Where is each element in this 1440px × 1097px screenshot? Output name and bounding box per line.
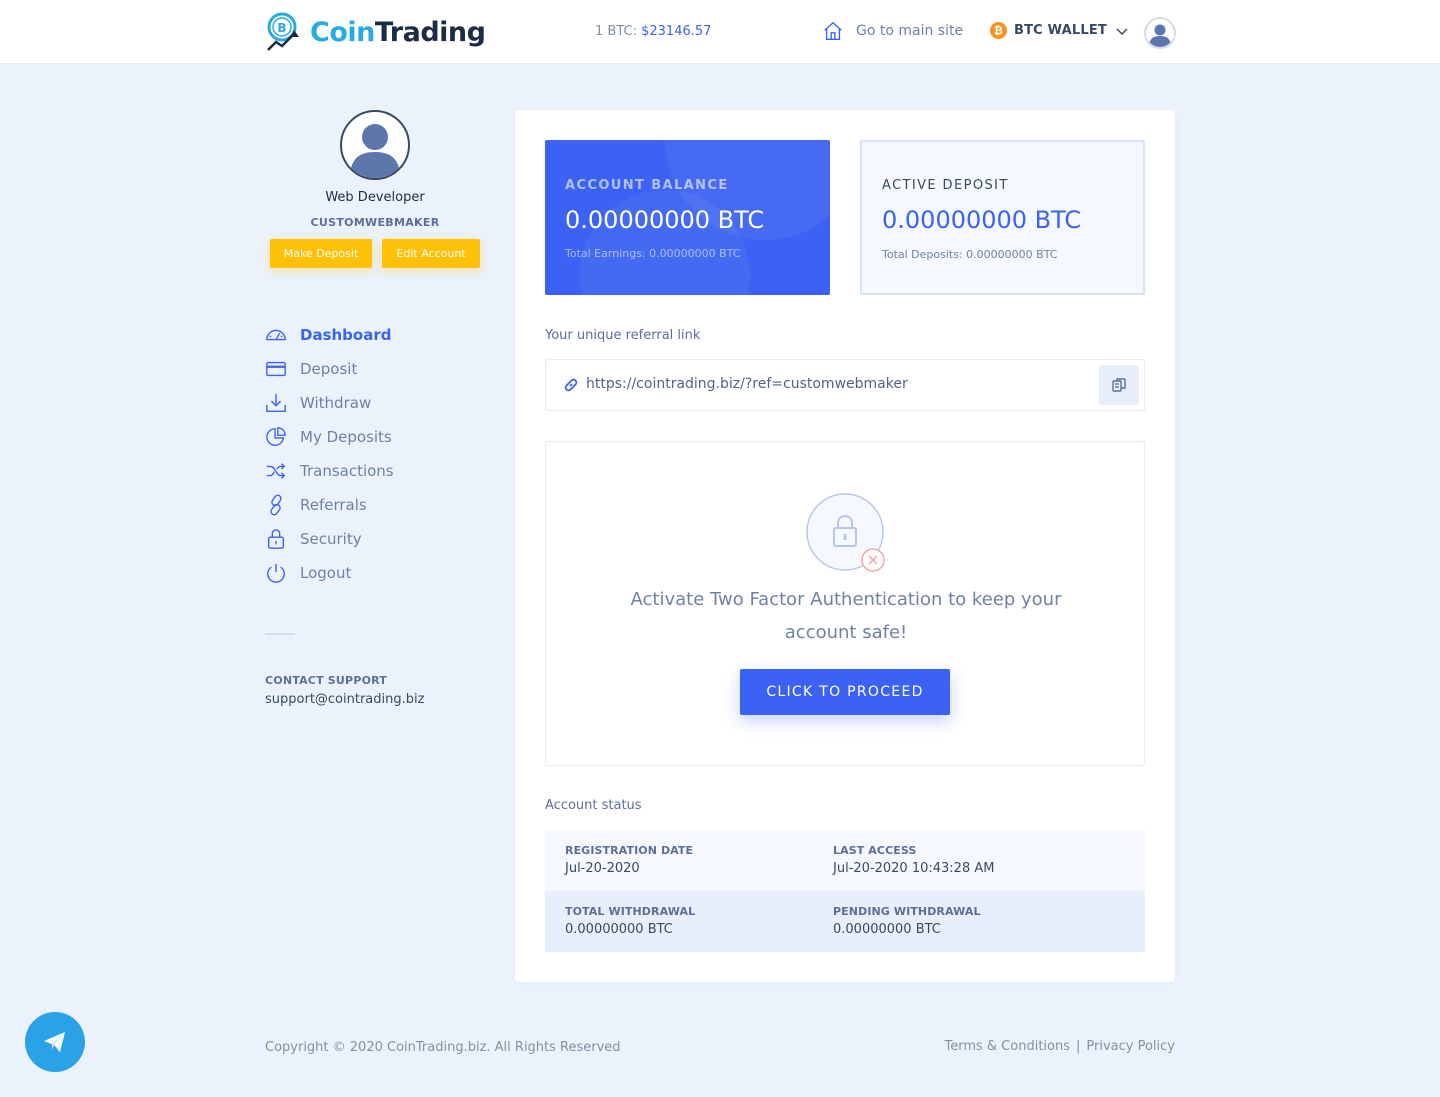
telegram-chat-button[interactable] <box>25 1012 85 1072</box>
chevron-down-icon <box>1116 27 1128 35</box>
click-to-proceed-button[interactable]: CLICK TO PROCEED <box>740 669 950 715</box>
registration-date-label: REGISTRATION DATE <box>565 844 694 857</box>
two-factor-message-line: Activate Two Factor Authentication to ke… <box>630 589 1062 610</box>
account-balance-card: ACCOUNT BALANCE 0.00000000 BTC Total Ear… <box>545 140 830 295</box>
sidebar-item-my-deposits[interactable]: My Deposits <box>265 420 394 454</box>
copy-icon <box>1112 378 1126 392</box>
user-avatar-button[interactable] <box>1144 17 1176 49</box>
last-access-label: LAST ACCESS <box>833 844 917 857</box>
sidebar-item-label: Logout <box>300 564 352 582</box>
account-status-row: REGISTRATION DATE Jul-20-2020 LAST ACCES… <box>545 830 1145 891</box>
sidebar-item-transactions[interactable]: Transactions <box>265 454 394 488</box>
registration-date-cell: REGISTRATION DATE Jul-20-2020 <box>565 844 693 876</box>
main-site-label: Go to main site <box>856 23 964 39</box>
btc-price-label: 1 BTC: <box>595 24 637 39</box>
terms-link[interactable]: Terms & Conditions <box>945 1039 1071 1054</box>
edit-account-button[interactable]: Edit Account <box>382 239 480 268</box>
card-icon <box>266 361 286 377</box>
active-deposit-card: ACTIVE DEPOSIT 0.00000000 BTC Total Depo… <box>860 140 1145 295</box>
bitcoin-icon: ₿ <box>990 22 1007 39</box>
lock-icon <box>267 529 285 549</box>
footer-separator: | <box>1076 1039 1081 1054</box>
pending-withdrawal-cell: PENDING WITHDRAWAL 0.00000000 BTC <box>833 905 981 937</box>
svg-text:B: B <box>277 21 286 35</box>
last-access-cell: LAST ACCESS Jul-20-2020 10:43:28 AM <box>833 844 994 876</box>
dashboard-icon <box>266 329 286 341</box>
sidebar-item-referrals[interactable]: Referrals <box>265 488 394 522</box>
account-balance-label: ACCOUNT BALANCE <box>565 178 729 193</box>
account-status-row: TOTAL WITHDRAWAL 0.00000000 BTC PENDING … <box>545 891 1145 952</box>
account-status-title: Account status <box>545 798 642 813</box>
sidebar-item-label: Withdraw <box>300 394 372 412</box>
sidebar-item-label: Security <box>300 530 362 548</box>
last-access-value: Jul-20-2020 10:43:28 AM <box>833 861 995 876</box>
link-icon <box>270 494 282 516</box>
profile-username: CUSTOMWEBMAKER <box>310 216 440 229</box>
logo-trading-text: Trading <box>374 16 486 48</box>
sidebar-item-label: Referrals <box>300 496 367 514</box>
sidebar-nav: Dashboard Deposit Withdraw My Deposits T… <box>265 318 394 590</box>
total-withdrawal-label: TOTAL WITHDRAWAL <box>565 905 696 918</box>
download-icon <box>266 393 286 412</box>
home-icon <box>824 21 842 40</box>
pending-withdrawal-label: PENDING WITHDRAWAL <box>833 905 981 918</box>
make-deposit-button[interactable]: Make Deposit <box>270 239 372 268</box>
sidebar-item-deposit[interactable]: Deposit <box>265 352 394 386</box>
user-silhouette-icon <box>1149 24 1171 47</box>
sidebar-divider <box>265 633 295 635</box>
wallet-label: BTC WALLET <box>1014 23 1107 38</box>
total-withdrawal-cell: TOTAL WITHDRAWAL 0.00000000 BTC <box>565 905 695 937</box>
two-factor-prompt: Activate Two Factor Authentication to ke… <box>545 441 1145 766</box>
sidebar-item-withdraw[interactable]: Withdraw <box>265 386 394 420</box>
shuffle-icon <box>266 463 286 479</box>
btc-price-value: $23146.57 <box>641 24 712 39</box>
sidebar-item-dashboard[interactable]: Dashboard <box>265 318 394 352</box>
top-header: B CoinTrading 1 BTC: $23146.57 Go to mai… <box>0 0 1440 64</box>
two-factor-message: Activate Two Factor Authentication to ke… <box>606 583 1086 649</box>
support-email[interactable]: support@cointrading.biz <box>265 692 424 707</box>
sidebar-item-label: My Deposits <box>300 428 392 446</box>
sidebar-item-label: Dashboard <box>300 326 392 344</box>
btc-price-ticker: 1 BTC: $23146.57 <box>595 24 711 39</box>
footer-links: Terms & Conditions | Privacy Policy <box>945 1039 1176 1054</box>
copy-referral-link-button[interactable] <box>1099 365 1139 405</box>
total-withdrawal-value: 0.00000000 BTC <box>565 922 673 937</box>
privacy-link[interactable]: Privacy Policy <box>1086 1039 1175 1054</box>
sidebar-item-label: Transactions <box>300 462 394 480</box>
link-icon <box>564 378 578 392</box>
profile-avatar <box>340 110 410 180</box>
sidebar-item-label: Deposit <box>300 360 358 378</box>
bitcoin-chart-logo-icon: B <box>267 12 299 51</box>
profile-name: Web Developer <box>325 190 425 205</box>
footer-copyright: Copyright © 2020 CoinTrading.biz. All Ri… <box>265 1040 621 1055</box>
two-factor-message-line: account safe! <box>784 622 908 643</box>
referral-link-text[interactable]: https://cointrading.biz/?ref=customwebma… <box>586 376 908 392</box>
sidebar-item-logout[interactable]: Logout <box>265 556 394 590</box>
sidebar-item-security[interactable]: Security <box>265 522 394 556</box>
total-earnings: Total Earnings: 0.00000000 BTC <box>565 247 741 260</box>
referral-link-box: https://cointrading.biz/?ref=customwebma… <box>545 359 1145 411</box>
locked-padlock-icon <box>806 493 885 572</box>
registration-date-value: Jul-20-2020 <box>565 861 640 876</box>
user-silhouette-icon <box>350 124 400 178</box>
paper-plane-icon <box>44 1032 65 1052</box>
logo-coin-text: Coin <box>310 16 375 48</box>
pie-chart-icon <box>266 427 286 446</box>
active-deposit-value: 0.00000000 BTC <box>882 206 1082 234</box>
total-deposits: Total Deposits: 0.00000000 BTC <box>882 248 1058 261</box>
referral-link-title: Your unique referral link <box>545 328 701 343</box>
wallet-selector-dropdown[interactable]: ₿ BTC WALLET <box>990 22 1129 39</box>
active-deposit-label: ACTIVE DEPOSIT <box>882 178 1009 193</box>
go-to-main-site-link[interactable]: Go to main site <box>822 20 963 42</box>
account-balance-value: 0.00000000 BTC <box>565 206 765 234</box>
site-logo[interactable]: B CoinTrading <box>264 10 486 54</box>
contact-support-title: CONTACT SUPPORT <box>265 674 388 687</box>
power-icon <box>267 563 285 583</box>
logo-wordmark: CoinTrading <box>310 16 486 48</box>
pending-withdrawal-value: 0.00000000 BTC <box>833 922 941 937</box>
